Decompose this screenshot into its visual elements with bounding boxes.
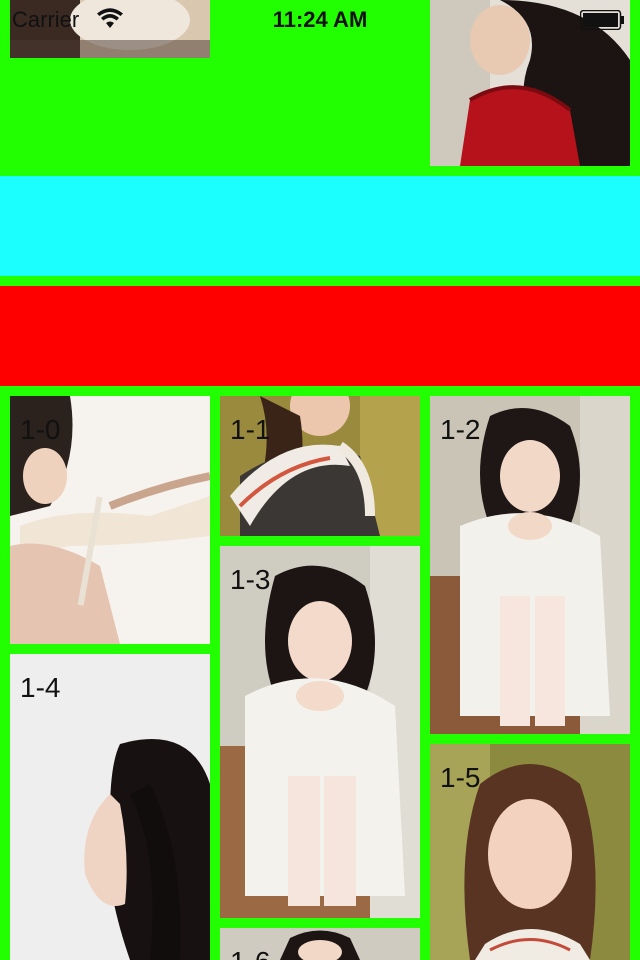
grid-cell-1-1[interactable]: 1-1 [220,396,420,536]
cell-label: 1-4 [20,672,61,703]
battery-icon [579,9,624,31]
grid-cell-1-5[interactable]: 1-5 [430,744,630,960]
cell-label: 1-3 [230,564,271,595]
grid-cell-1-4[interactable]: 1-4 [10,654,210,960]
grid-cell-1-0[interactable]: 1-0 [10,396,210,644]
status-time: 11:24 AM [272,7,368,32]
cell-label: 1-6 [230,946,270,960]
red-banner[interactable] [0,286,640,386]
cell-label: 1-0 [20,414,61,445]
cell-label: 1-1 [230,414,271,445]
cell-label: 1-2 [440,414,481,445]
cyan-banner[interactable] [0,176,640,276]
grid-cell-1-6[interactable]: 1-6 [220,928,420,960]
status-bar: Carrier 11:24 AM [0,0,640,40]
grid-cell-1-2[interactable]: 1-2 [430,396,630,734]
grid-cell-1-3[interactable]: 1-3 [220,546,420,918]
cell-label: 1-5 [440,762,481,793]
